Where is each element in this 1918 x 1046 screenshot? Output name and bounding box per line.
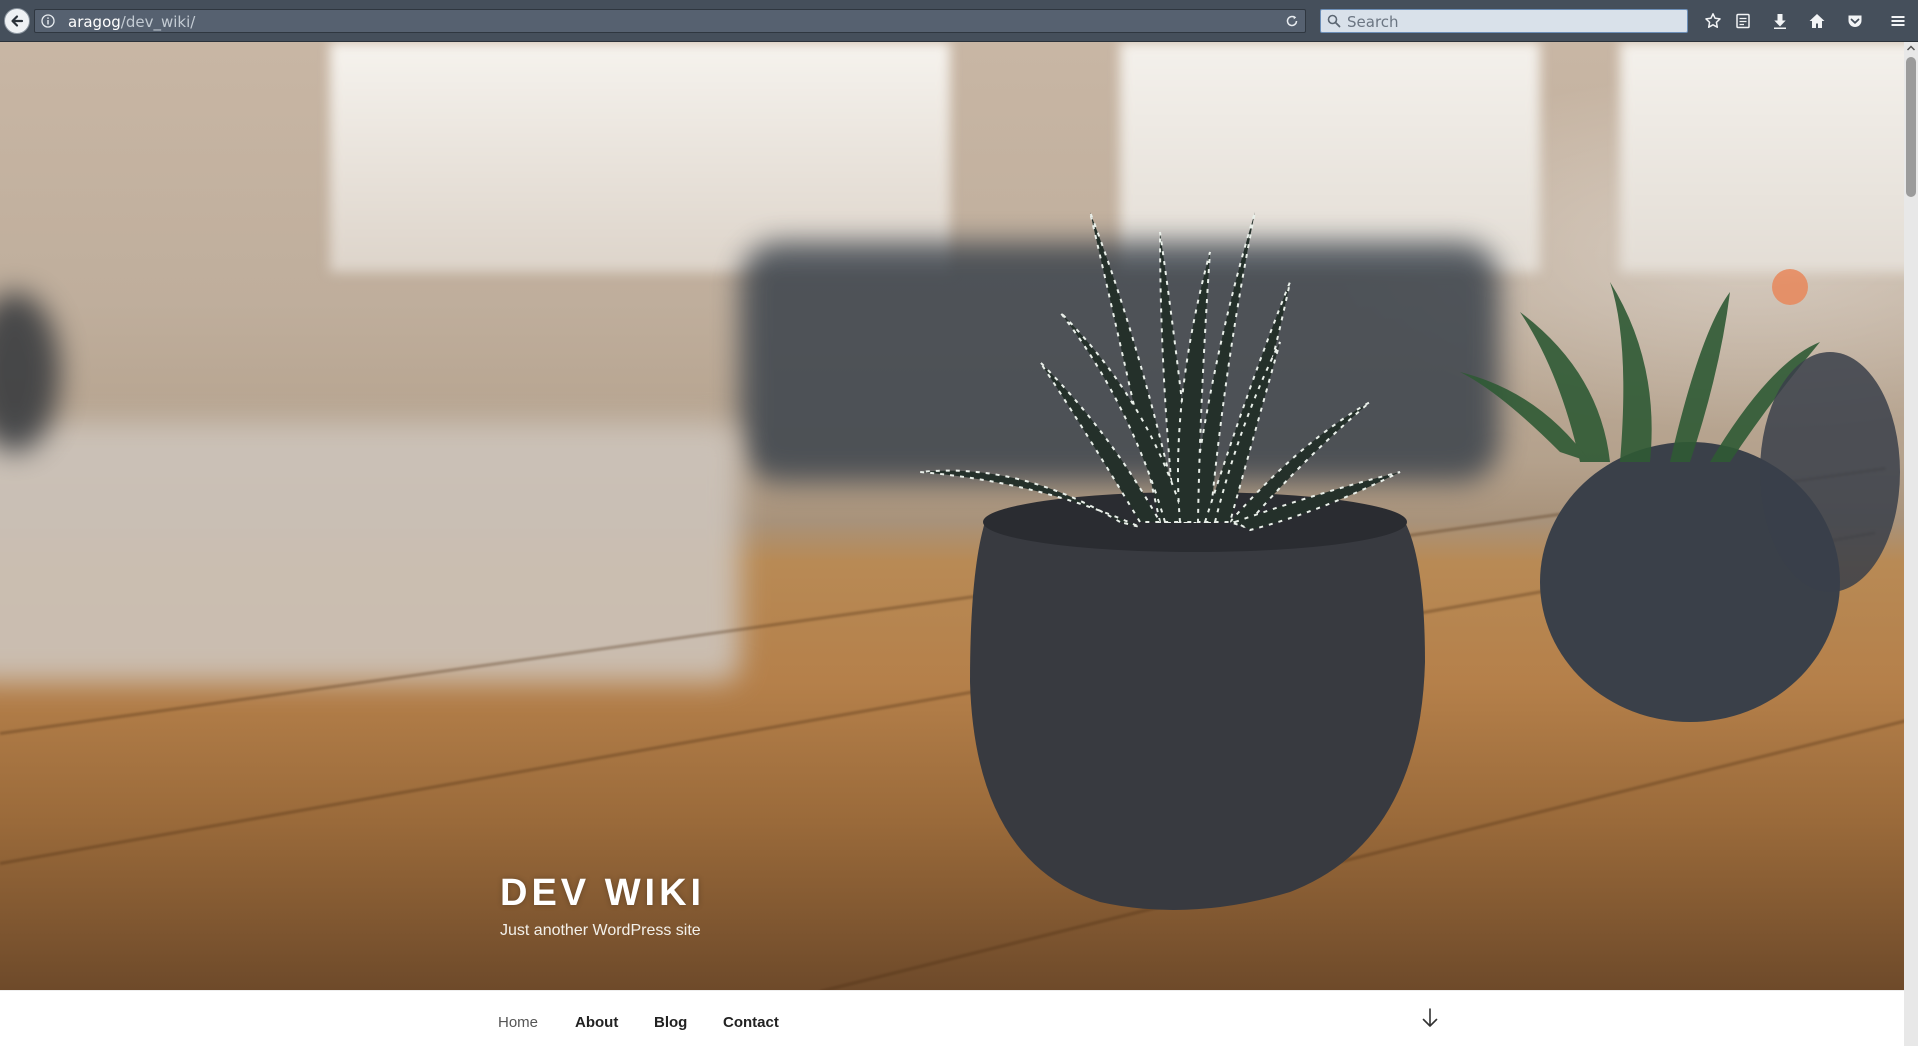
header-image: DEV WIKI Just another WordPress site (0, 42, 1904, 990)
page-scrollbar[interactable] (1904, 42, 1918, 1046)
nav-item-home[interactable]: Home (498, 1014, 538, 1031)
open-menu-button[interactable] (1887, 10, 1909, 32)
scrollbar-thumb[interactable] (1906, 57, 1916, 197)
search-input[interactable] (1345, 11, 1679, 33)
pocket-button[interactable] (1844, 10, 1866, 32)
web-page: DEV WIKI Just another WordPress site Hom… (0, 42, 1904, 1046)
download-icon (1774, 14, 1786, 29)
info-icon[interactable] (41, 14, 55, 28)
url-bar[interactable]: aragog/dev_wiki/ (34, 9, 1306, 33)
back-button[interactable] (4, 8, 30, 34)
pocket-icon (1848, 15, 1862, 28)
menu-icon (1891, 16, 1905, 26)
reading-list-icon (1736, 13, 1750, 29)
search-icon (1327, 14, 1341, 28)
scroll-up-icon[interactable] (1905, 42, 1917, 54)
search-bar[interactable] (1320, 9, 1688, 33)
url-path: /dev_wiki/ (120, 13, 196, 31)
plant-illustration (919, 211, 1900, 910)
scroll-down-arrow-icon[interactable] (1420, 1007, 1440, 1029)
home-button[interactable] (1806, 10, 1828, 32)
main-pot (970, 512, 1425, 910)
bookmark-star-button[interactable] (1702, 10, 1724, 32)
site-title[interactable]: DEV WIKI (500, 872, 705, 915)
site-description: Just another WordPress site (500, 922, 701, 939)
succulent-leaves (919, 211, 1401, 532)
home-icon (1809, 14, 1825, 28)
back-arrow-icon (11, 15, 24, 27)
star-icon (1705, 13, 1721, 28)
url-text[interactable]: aragog/dev_wiki/ (68, 13, 195, 31)
browser-toolbar: aragog/dev_wiki/ (0, 0, 1918, 42)
nav-item-about[interactable]: About (575, 1014, 618, 1031)
nav-item-contact[interactable]: Contact (723, 1014, 779, 1031)
reading-list-button[interactable] (1732, 10, 1754, 32)
url-host: aragog (68, 13, 121, 31)
main-navigation: Home About Blog Contact (0, 990, 1904, 1046)
reload-icon[interactable] (1285, 14, 1299, 28)
downloads-button[interactable] (1769, 10, 1791, 32)
nav-item-blog[interactable]: Blog (654, 1014, 687, 1031)
